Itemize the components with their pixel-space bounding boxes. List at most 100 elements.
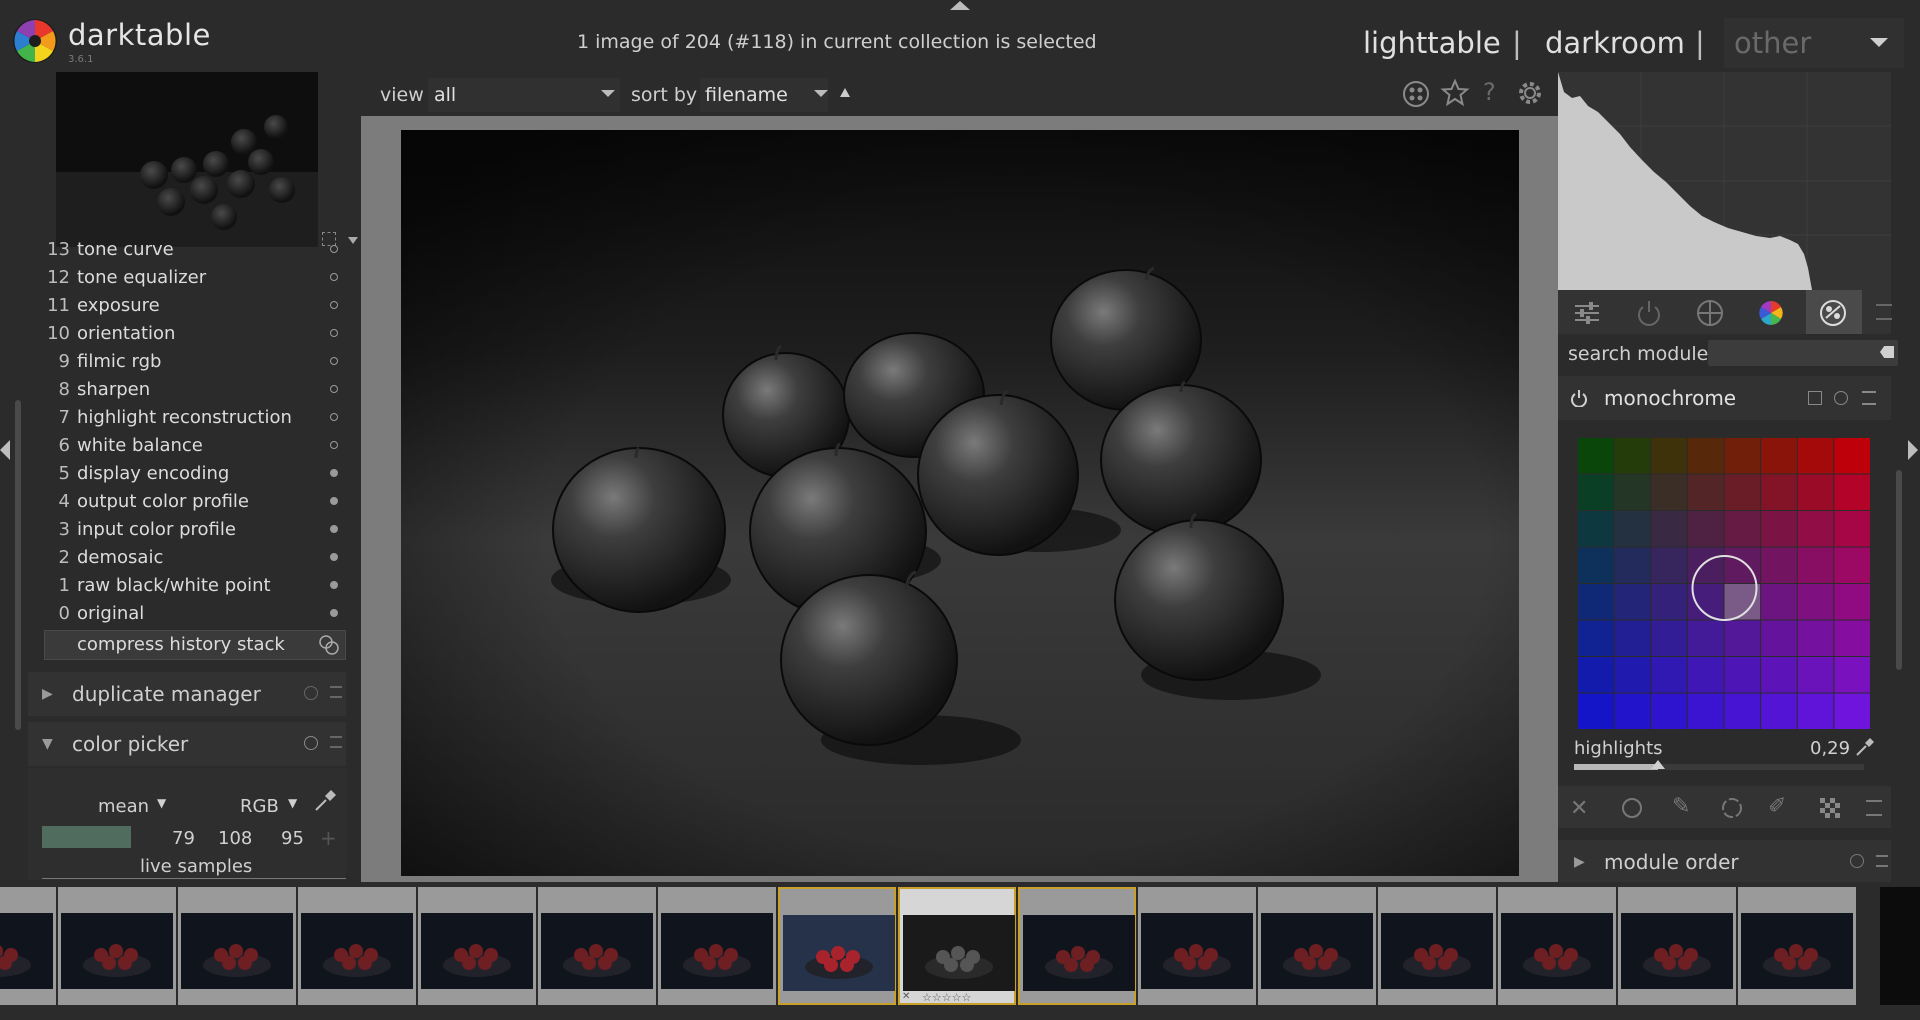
presets-menu-icon[interactable] xyxy=(1862,391,1876,405)
history-item[interactable]: 3 input color profile xyxy=(30,516,340,544)
hamburger-menu-icon[interactable] xyxy=(1866,800,1882,816)
filmstrip-thumbnail[interactable] xyxy=(658,887,776,1005)
history-item[interactable]: 7 highlight reconstruction xyxy=(30,404,340,432)
blend-uniform-icon[interactable] xyxy=(1622,798,1642,818)
history-item[interactable]: 10 orientation xyxy=(30,320,340,348)
star-rating[interactable]: ☆☆☆☆☆ xyxy=(922,991,971,1004)
color-picker-header[interactable]: ▼ color picker xyxy=(28,722,346,766)
view-filter-label: view xyxy=(380,84,424,106)
filmstrip-current-thumbnail[interactable]: ✕ ☆☆☆☆☆ xyxy=(898,887,1016,1005)
sort-ascending-icon[interactable] xyxy=(840,88,850,97)
add-sample-icon[interactable]: + xyxy=(320,826,337,850)
duplicate-manager-header[interactable]: ▶ duplicate manager xyxy=(28,672,346,716)
filter-grid-cell xyxy=(1797,511,1834,547)
filmstrip-thumbnail[interactable] xyxy=(1618,887,1736,1005)
history-item[interactable]: 8 sharpen xyxy=(30,376,340,404)
filmstrip-thumbnail[interactable] xyxy=(1738,887,1856,1005)
filmstrip-thumbnail[interactable] xyxy=(178,887,296,1005)
filmstrip-thumbnail[interactable] xyxy=(778,887,896,1005)
gear-icon[interactable] xyxy=(1516,79,1544,107)
active-modules-tab-icon[interactable] xyxy=(1634,298,1664,328)
search-module-label: search module xyxy=(1568,343,1709,365)
eyedropper-icon[interactable] xyxy=(312,788,338,814)
parametric-mask-icon[interactable] xyxy=(1720,796,1744,820)
blend-off-icon[interactable]: ✕ xyxy=(1570,796,1588,821)
filmstrip-thumbnail[interactable] xyxy=(58,887,176,1005)
history-item[interactable]: 12 tone equalizer xyxy=(30,264,340,292)
chevron-down-icon[interactable]: ▼ xyxy=(288,796,297,810)
highlights-slider[interactable] xyxy=(1574,764,1864,770)
picker-color-space-select[interactable]: RGB xyxy=(240,796,279,817)
module-power-icon xyxy=(330,301,338,309)
highlights-slider-label: highlights xyxy=(1574,738,1663,759)
presets-menu-icon[interactable] xyxy=(330,736,342,748)
filmstrip-thumbnail[interactable] xyxy=(1258,887,1376,1005)
eyedropper-icon[interactable] xyxy=(1854,736,1876,758)
reset-icon[interactable] xyxy=(1834,391,1848,405)
highlights-slider-handle[interactable] xyxy=(1651,760,1666,769)
hamburger-menu-icon[interactable] xyxy=(1876,304,1892,320)
info-icon[interactable] xyxy=(304,686,318,700)
filmstrip-edge-thumbnail[interactable] xyxy=(1880,887,1920,1005)
chevron-down-icon[interactable] xyxy=(1870,38,1888,47)
filmstrip-thumbnail[interactable] xyxy=(538,887,656,1005)
right-panel-toggle-arrow[interactable] xyxy=(1908,440,1918,460)
monochrome-color-filter-grid[interactable] xyxy=(1578,438,1871,730)
drawn-parametric-mask-icon[interactable]: ✐ xyxy=(1768,794,1786,819)
color-modules-tab-icon[interactable] xyxy=(1756,298,1786,328)
filter-grid-cell xyxy=(1797,584,1834,620)
create-style-icon[interactable] xyxy=(318,634,340,656)
drawn-mask-icon[interactable]: ✎ xyxy=(1672,794,1690,819)
history-item[interactable]: 6 white balance xyxy=(30,432,340,460)
history-item[interactable]: 4 output color profile xyxy=(30,488,340,516)
view-lighttable[interactable]: lighttable xyxy=(1363,26,1501,60)
history-item[interactable]: 1 raw black/white point xyxy=(30,572,340,600)
base-modules-tab-icon[interactable] xyxy=(1695,298,1725,328)
info-icon[interactable] xyxy=(304,736,318,750)
search-module-input[interactable] xyxy=(1708,340,1898,366)
history-item[interactable]: 13 tone curve xyxy=(30,236,340,264)
right-panel-scrollbar[interactable] xyxy=(1896,470,1902,670)
filmstrip-thumbnail[interactable] xyxy=(298,887,416,1005)
chevron-down-icon[interactable] xyxy=(601,90,615,97)
main-image[interactable] xyxy=(401,130,1519,876)
view-other[interactable]: other xyxy=(1734,26,1811,60)
history-item[interactable]: 0 original xyxy=(30,600,340,628)
chevron-down-icon[interactable] xyxy=(814,90,828,97)
multi-instance-icon[interactable] xyxy=(1808,391,1822,405)
filmstrip-thumbnail[interactable] xyxy=(1378,887,1496,1005)
quick-access-tab-icon[interactable] xyxy=(1572,298,1602,328)
chevron-down-icon[interactable]: ▼ xyxy=(157,796,166,810)
history-item[interactable]: 2 demosaic xyxy=(30,544,340,572)
duplicate-manager-title: duplicate manager xyxy=(72,682,261,706)
view-darkroom[interactable]: darkroom xyxy=(1545,26,1685,60)
filmstrip-thumbnail[interactable] xyxy=(1498,887,1616,1005)
star-overlays-icon[interactable] xyxy=(1440,78,1470,108)
filmstrip-thumbnail[interactable] xyxy=(0,887,56,1005)
filmstrip-thumbnail[interactable] xyxy=(1018,887,1136,1005)
chevron-down-icon[interactable] xyxy=(348,237,358,244)
history-item[interactable]: 11 exposure xyxy=(30,292,340,320)
left-panel-scrollbar[interactable] xyxy=(15,400,21,730)
module-power-icon[interactable] xyxy=(1570,389,1588,407)
raster-mask-icon[interactable] xyxy=(1820,798,1840,818)
reject-icon[interactable]: ✕ xyxy=(902,991,910,1002)
effect-modules-tab-icon[interactable] xyxy=(1818,298,1848,328)
history-item[interactable]: 9 filmic rgb xyxy=(30,348,340,376)
grouping-icon[interactable] xyxy=(1402,80,1430,108)
top-panel-toggle-arrow[interactable] xyxy=(950,1,970,10)
picker-statistic-select[interactable]: mean xyxy=(98,796,149,817)
presets-menu-icon[interactable] xyxy=(330,686,342,698)
left-panel-toggle-arrow[interactable] xyxy=(0,440,10,460)
help-icon[interactable]: ? xyxy=(1483,78,1496,106)
filmstrip-thumbnail[interactable] xyxy=(1138,887,1256,1005)
presets-menu-icon[interactable] xyxy=(1876,855,1888,867)
info-icon[interactable] xyxy=(1850,854,1864,868)
view-filter-dropdown[interactable] xyxy=(428,78,620,112)
histogram[interactable] xyxy=(1558,72,1891,290)
thumbnail-image xyxy=(1261,913,1373,989)
highlights-slider-fill xyxy=(1574,764,1659,770)
navigation-thumbnail[interactable] xyxy=(56,72,318,247)
history-item[interactable]: 5 display encoding xyxy=(30,460,340,488)
filmstrip-thumbnail[interactable] xyxy=(418,887,536,1005)
